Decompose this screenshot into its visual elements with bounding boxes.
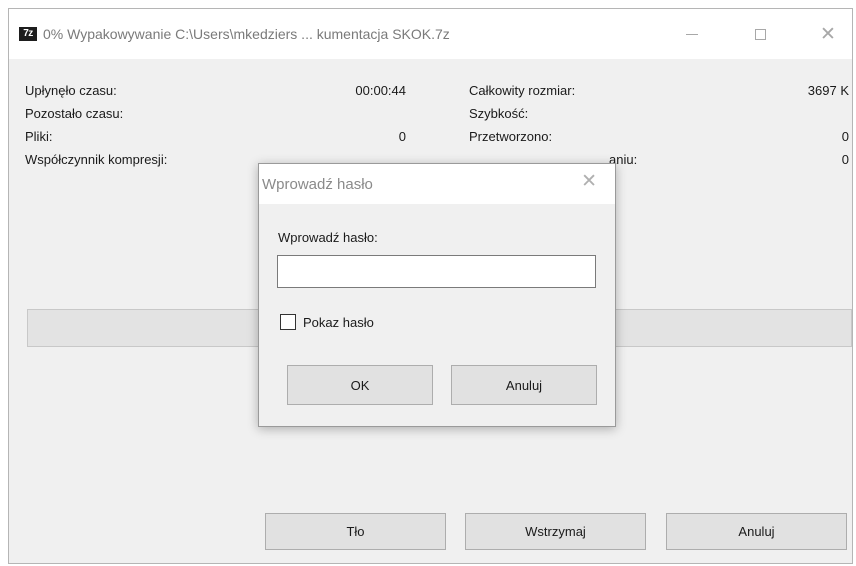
speed-label: Szybkość:: [469, 106, 529, 121]
elapsed-time-value: 00:00:44: [355, 83, 406, 98]
remaining-time-label: Pozostało czasu:: [25, 106, 124, 121]
packed-size-value: 0: [841, 152, 849, 167]
processed-value: 0: [841, 129, 849, 144]
maximize-button[interactable]: [737, 9, 783, 59]
total-size-label: Całkowity rozmiar:: [469, 83, 576, 98]
show-password-label[interactable]: Pokaz hasło: [303, 315, 374, 330]
dialog-close-icon[interactable]: ✕: [581, 172, 597, 191]
total-size-value: 3697 K: [807, 83, 849, 98]
minimize-button[interactable]: [669, 9, 715, 59]
close-button[interactable]: ✕: [805, 9, 851, 59]
elapsed-time-label: Upłynęło czasu:: [25, 83, 117, 98]
files-label: Pliki:: [25, 129, 53, 144]
files-value: 0: [398, 129, 406, 144]
password-field-label: Wprowadź hasło:: [278, 230, 378, 245]
dialog-title: Wprowadź hasło: [262, 176, 373, 193]
cancel-button[interactable]: Anuluj: [666, 513, 847, 550]
ok-button[interactable]: OK: [287, 365, 433, 405]
minimize-icon: [686, 33, 698, 35]
dialog-cancel-button[interactable]: Anuluj: [451, 365, 597, 405]
password-dialog: Wprowadź hasło ✕ Wprowadź hasło: Pokaz h…: [258, 163, 616, 427]
title-bar[interactable]: 7z 0% Wypakowywanie C:\Users\mkedziers .…: [9, 9, 852, 59]
close-icon: ✕: [820, 23, 836, 45]
app-7z-icon: 7z: [19, 27, 37, 41]
compression-ratio-label: Współczynnik kompresji:: [25, 152, 168, 167]
show-password-checkbox[interactable]: [280, 314, 296, 330]
password-input[interactable]: [277, 255, 596, 288]
background-button[interactable]: Tło: [265, 513, 446, 550]
pause-button[interactable]: Wstrzymaj: [465, 513, 646, 550]
processed-label: Przetworzono:: [469, 129, 553, 144]
dialog-title-bar[interactable]: Wprowadź hasło ✕: [259, 164, 615, 204]
maximize-icon: [754, 28, 766, 40]
window-title: 0% Wypakowywanie C:\Users\mkedziers ... …: [43, 26, 450, 42]
